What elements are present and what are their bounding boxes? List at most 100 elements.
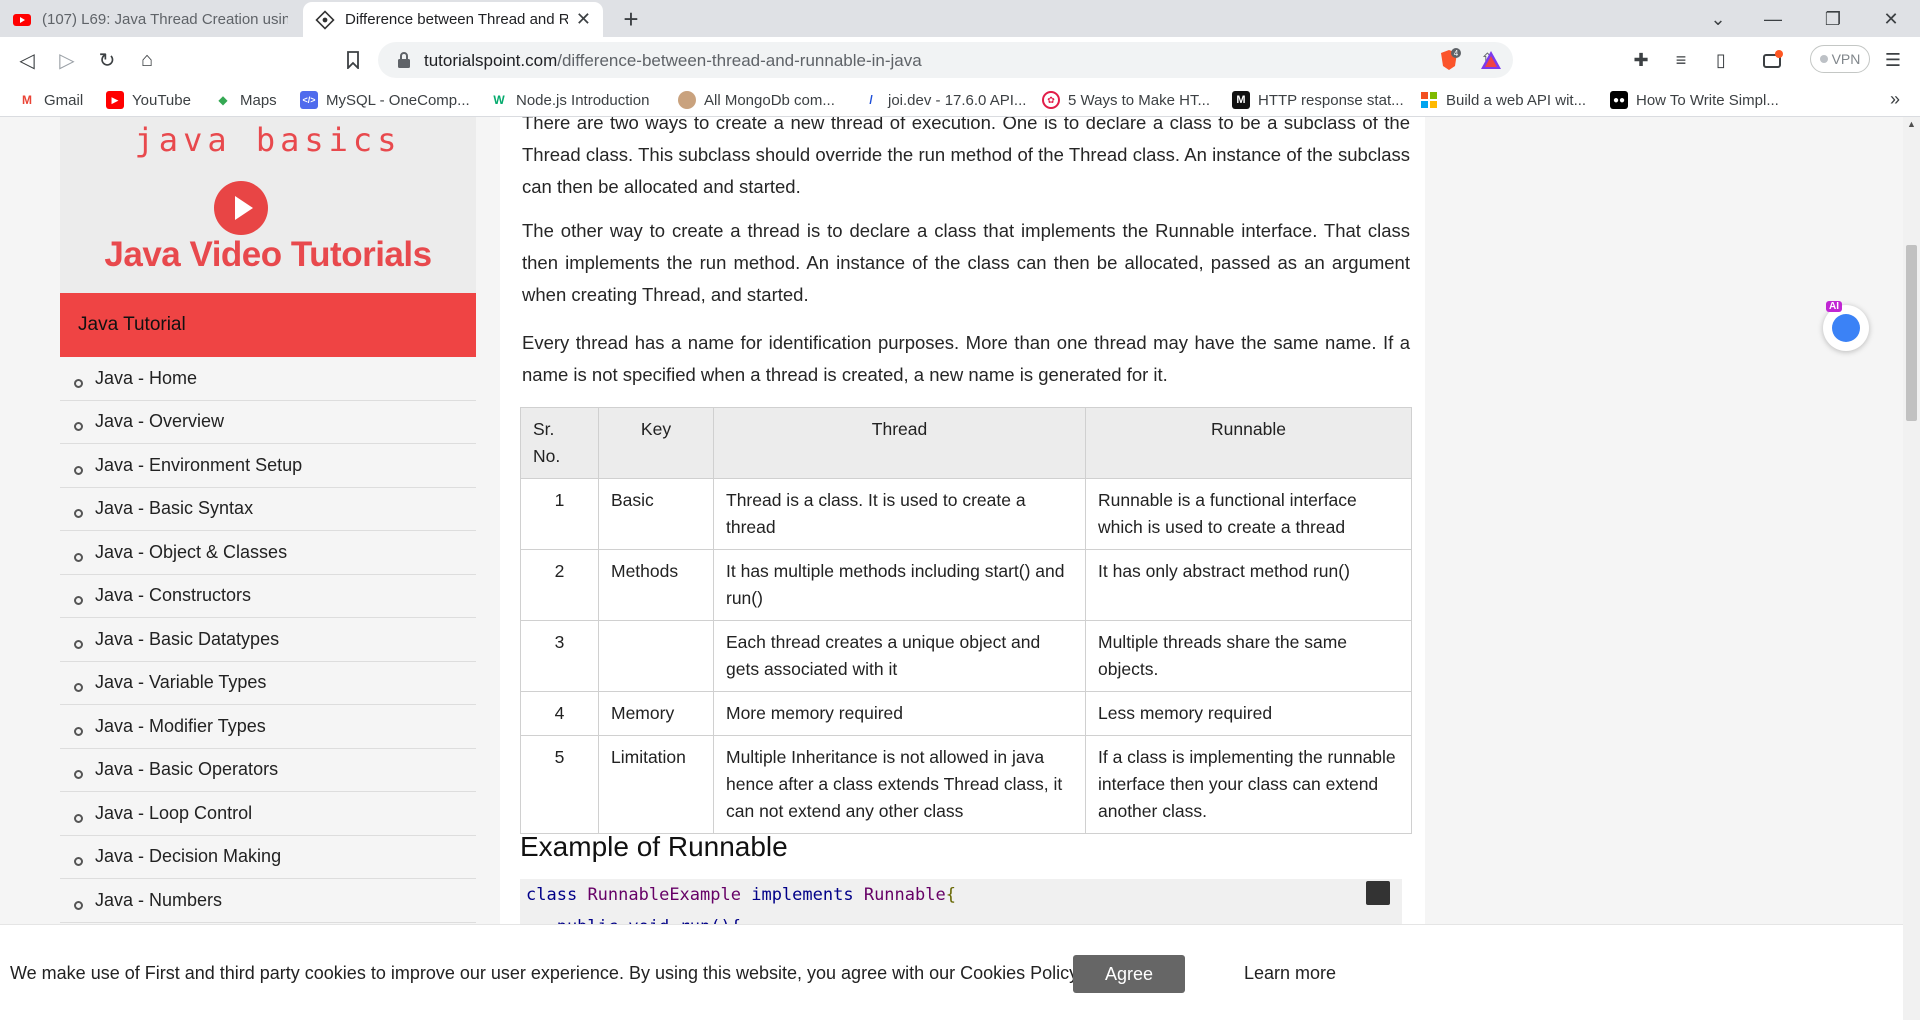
sidebar-heading: Java Tutorial — [60, 293, 476, 357]
table-cell: Methods — [598, 549, 714, 621]
article-paragraph: Every thread has a name for identificati… — [522, 332, 1410, 385]
minimize-icon[interactable]: — — [1750, 6, 1796, 32]
table-cell: Runnable is a functional interface which… — [1085, 478, 1412, 550]
bullet-icon — [74, 770, 83, 780]
table-cell: 5 — [520, 735, 599, 834]
bookmark-mongodb[interactable]: All MongoDb com... — [678, 90, 835, 110]
bookmark-gmail[interactable]: M Gmail — [18, 90, 83, 110]
sidebar-item-variable-types[interactable]: Java - Variable Types — [60, 662, 476, 705]
scroll-up-icon[interactable]: ▲ — [1903, 119, 1920, 129]
5ways-icon: ✿ — [1042, 91, 1060, 109]
sidebar-item-basic-datatypes[interactable]: Java - Basic Datatypes — [60, 618, 476, 662]
sidebar-item-constructors[interactable]: Java - Constructors — [60, 575, 476, 618]
agree-button[interactable]: Agree — [1073, 955, 1185, 993]
table-cell: 4 — [520, 691, 599, 736]
cookie-consent-bar: We make use of First and third party coo… — [0, 924, 1903, 1020]
new-tab-button[interactable]: + — [616, 4, 646, 34]
forward-icon[interactable]: ▷ — [52, 45, 82, 75]
close-icon[interactable]: ✕ — [576, 9, 591, 30]
w3schools-icon: W — [493, 93, 505, 107]
brave-rewards-icon[interactable] — [1478, 47, 1504, 73]
sidebar-item-loop-control[interactable]: Java - Loop Control — [60, 792, 476, 836]
comparison-table: Sr. No. Key Thread Runnable 1 Basic Thre… — [520, 407, 1412, 834]
bullet-icon — [74, 509, 83, 519]
ai-assistant-button[interactable]: AI — [1823, 301, 1869, 351]
sidebar-item-java-home[interactable]: Java - Home — [60, 357, 476, 401]
table-header-row: Sr. No. Key Thread Runnable — [520, 407, 1412, 479]
table-cell: If a class is implementing the runnable … — [1085, 735, 1412, 834]
bookmark-icon[interactable] — [338, 45, 368, 75]
bookmarks-overflow-icon[interactable]: » — [1890, 89, 1900, 110]
playlist-icon[interactable]: ≡ — [1668, 47, 1694, 73]
bookmark-medium[interactable]: ●● How To Write Simpl... — [1610, 90, 1779, 110]
article-paragraph: There are two ways to create a new threa… — [522, 117, 1410, 197]
play-icon — [214, 181, 268, 235]
tab-tutorialspoint[interactable]: Difference between Thread and R ✕ — [303, 2, 603, 37]
wallet-icon[interactable] — [1760, 47, 1786, 73]
bullet-icon — [74, 857, 83, 867]
table-cell: Limitation — [598, 735, 714, 834]
bookmark-nodejs[interactable]: W Node.js Introduction — [490, 90, 649, 110]
column-header: Thread — [713, 407, 1086, 479]
address-bar[interactable]: tutorialspoint.com/difference-between-th… — [378, 42, 1513, 78]
ai-pen-icon — [1832, 314, 1860, 342]
sidebar-icon[interactable]: ▯ — [1708, 47, 1734, 73]
video-tutorials-banner[interactable]: java basics Java Video Tutorials — [60, 117, 476, 293]
bookmark-onecompiler[interactable]: </> MySQL - OneComp... — [300, 90, 470, 110]
table-row: 3 Each thread creates a unique object an… — [520, 620, 1412, 692]
home-icon[interactable]: ⌂ — [132, 45, 162, 75]
sidebar-item-object-classes[interactable]: Java - Object & Classes — [60, 531, 476, 575]
copy-code-icon[interactable] — [1366, 881, 1390, 905]
onecompiler-icon: </> — [300, 91, 318, 109]
table-cell — [598, 620, 714, 692]
sidebar: java basics Java Video Tutorials Java Tu… — [60, 117, 476, 1020]
bookmark-joi[interactable]: / joi.dev - 17.6.0 API... — [862, 90, 1026, 110]
sidebar-nav: Java - Home Java - Overview Java - Envir… — [60, 357, 476, 923]
medium-icon: ●● — [1610, 91, 1628, 109]
tab-search-icon[interactable]: ⌄ — [1695, 6, 1741, 32]
sidebar-item-basic-syntax[interactable]: Java - Basic Syntax — [60, 488, 476, 531]
table-cell: Multiple threads share the same objects. — [1085, 620, 1412, 692]
article-paragraph: The other way to create a thread is to d… — [522, 220, 1410, 305]
sidebar-item-decision-making[interactable]: Java - Decision Making — [60, 836, 476, 879]
bookmark-http[interactable]: M HTTP response stat... — [1232, 90, 1404, 110]
sidebar-item-java-overview[interactable]: Java - Overview — [60, 401, 476, 444]
back-icon[interactable]: ◁ — [12, 45, 42, 75]
sidebar-item-environment-setup[interactable]: Java - Environment Setup — [60, 444, 476, 488]
bookmark-5ways[interactable]: ✿ 5 Ways to Make HT... — [1042, 90, 1210, 110]
table-cell: Memory — [598, 691, 714, 736]
bookmark-webapi[interactable]: Build a web API wit... — [1420, 90, 1586, 110]
restore-icon[interactable]: ❐ — [1810, 6, 1856, 32]
bookmark-youtube[interactable]: ▶ YouTube — [106, 90, 191, 110]
window-close-icon[interactable]: ✕ — [1868, 6, 1914, 32]
extensions-icon[interactable]: ✚ — [1628, 47, 1654, 73]
gmail-icon: M — [22, 93, 32, 107]
table-cell: It has multiple methods including start(… — [713, 549, 1086, 621]
bullet-icon — [74, 596, 83, 606]
table-row: 4 Memory More memory required Less memor… — [520, 691, 1412, 736]
tab-youtube[interactable]: (107) L69: Java Thread Creation using — [0, 2, 300, 37]
brave-shield-icon[interactable]: 4 — [1436, 47, 1462, 73]
sidebar-item-numbers[interactable]: Java - Numbers — [60, 879, 476, 923]
tab-title: (107) L69: Java Thread Creation using — [42, 11, 288, 28]
maps-icon: ◆ — [218, 93, 228, 107]
bullet-icon — [74, 465, 83, 475]
reload-icon[interactable]: ↻ — [92, 45, 122, 75]
vpn-button[interactable]: VPN — [1810, 45, 1870, 73]
sidebar-item-modifier-types[interactable]: Java - Modifier Types — [60, 705, 476, 749]
bullet-icon — [74, 552, 83, 562]
bookmarks-bar: M Gmail ▶ YouTube ◆ Maps </> MySQL - OneComp… — [0, 83, 1920, 117]
learn-more-link[interactable]: Learn more — [1244, 963, 1336, 984]
scroll-thumb[interactable] — [1906, 245, 1917, 421]
mdn-icon: M — [1232, 91, 1250, 109]
table-cell: Thread is a class. It is used to create … — [713, 478, 1086, 550]
bookmark-maps[interactable]: ◆ Maps — [214, 90, 276, 110]
page-scrollbar[interactable]: ▲ — [1903, 117, 1920, 1020]
avatar-icon — [678, 91, 696, 109]
menu-icon[interactable]: ☰ — [1880, 47, 1906, 73]
vpn-status-dot — [1819, 55, 1828, 63]
sidebar-item-basic-operators[interactable]: Java - Basic Operators — [60, 749, 476, 792]
bullet-icon — [74, 726, 83, 736]
banner-subtitle: java basics — [134, 121, 402, 159]
column-header: Runnable — [1085, 407, 1412, 479]
